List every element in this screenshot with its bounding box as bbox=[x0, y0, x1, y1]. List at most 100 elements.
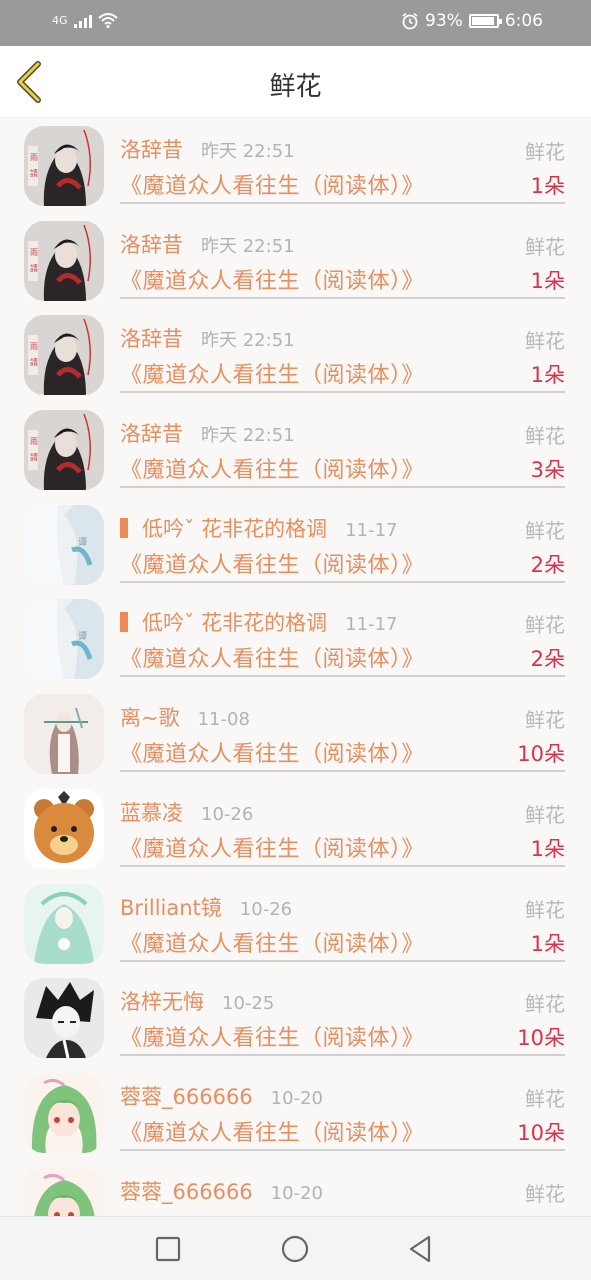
user-name[interactable]: Brilliant镜 bbox=[120, 892, 222, 922]
svg-text:請: 請 bbox=[30, 168, 38, 178]
list-item-1[interactable]: 雨請 洛辞昔 昨天 22:51 鲜花 《魔道众人看往生（阅读体）》 1朵 bbox=[0, 118, 591, 213]
gift-type-label: 鲜花 bbox=[525, 518, 565, 543]
avatar[interactable]: 雨請 bbox=[24, 410, 104, 491]
recents-button[interactable] bbox=[152, 1233, 184, 1265]
user-name[interactable]: 洛辞昔 bbox=[120, 418, 183, 448]
nav-back-button[interactable] bbox=[404, 1233, 436, 1265]
avatar-image bbox=[24, 978, 104, 1059]
name-line: 蓉蓉_666666 10-20 bbox=[120, 1081, 323, 1111]
svg-text:雨: 雨 bbox=[30, 437, 38, 446]
user-name[interactable]: 低吟ˇ 花非花的格调 bbox=[120, 607, 327, 637]
avatar[interactable] bbox=[24, 883, 104, 964]
list-item-9[interactable]: Brilliant镜 10-26 鲜花 《魔道众人看往生（阅读体）》 1朵 bbox=[0, 876, 591, 971]
list-item-2[interactable]: 雨請 洛辞昔 昨天 22:51 鲜花 《魔道众人看往生（阅读体）》 1朵 bbox=[0, 213, 591, 308]
user-name[interactable]: 洛梓无悔 bbox=[120, 986, 204, 1016]
list-item-10[interactable]: 洛梓无悔 10-25 鲜花 《魔道众人看往生（阅读体）》 10朵 bbox=[0, 970, 591, 1065]
user-name[interactable]: 离~歌 bbox=[120, 702, 180, 732]
alarm-icon bbox=[402, 12, 418, 30]
flower-count: 2朵 bbox=[530, 552, 565, 577]
list-item-8[interactable]: 蓝慕凌 10-26 鲜花 《魔道众人看往生（阅读体）》 1朵 bbox=[0, 781, 591, 876]
flower-count: 1朵 bbox=[530, 836, 565, 861]
user-name[interactable]: 洛辞昔 bbox=[120, 229, 183, 259]
list-item-12[interactable]: 蓉蓉_666666 10-20 鲜花 《魔道众人看往生（阅读体）》 1朵 bbox=[0, 1160, 591, 1216]
book-title-link[interactable]: 《魔道众人看往生（阅读体）》 bbox=[120, 926, 424, 958]
book-title-link[interactable]: 《魔道众人看往生（阅读体）》 bbox=[120, 357, 424, 389]
avatar[interactable] bbox=[24, 978, 104, 1059]
svg-text:谭: 谭 bbox=[78, 631, 87, 642]
timestamp: 10-20 bbox=[270, 1182, 323, 1204]
gift-type-label: 鲜花 bbox=[525, 802, 565, 827]
user-name[interactable]: 蓉蓉_666666 bbox=[120, 1176, 253, 1206]
system-nav-bar bbox=[0, 1216, 591, 1280]
flower-count: 10朵 bbox=[517, 1026, 565, 1051]
flower-count: 10朵 bbox=[517, 1120, 565, 1145]
gift-type-label: 鲜花 bbox=[525, 992, 565, 1017]
avatar[interactable]: 谭 bbox=[24, 504, 104, 585]
avatar-image: 雨請 bbox=[24, 410, 104, 491]
name-line: 洛辞昔 昨天 22:51 bbox=[120, 229, 295, 259]
book-title-link[interactable]: 《魔道众人看往生（阅读体）》 bbox=[120, 1115, 424, 1147]
home-button[interactable] bbox=[279, 1233, 311, 1265]
svg-text:請: 請 bbox=[30, 452, 38, 462]
timestamp: 10-20 bbox=[270, 1087, 323, 1109]
divider bbox=[120, 1148, 565, 1151]
timestamp: 11-17 bbox=[345, 614, 398, 636]
timestamp: 11-17 bbox=[345, 519, 398, 541]
avatar[interactable] bbox=[24, 788, 104, 869]
avatar[interactable] bbox=[24, 1167, 104, 1216]
app-header: 鲜花 bbox=[0, 46, 591, 118]
book-title-link[interactable]: 《魔道众人看往生（阅读体）》 bbox=[120, 547, 424, 579]
divider bbox=[120, 486, 565, 489]
book-title-link[interactable]: 《魔道众人看往生（阅读体）》 bbox=[120, 452, 424, 484]
list-item-4[interactable]: 雨請 洛辞昔 昨天 22:51 鲜花 《魔道众人看往生（阅读体）》 3朵 bbox=[0, 402, 591, 497]
avatar-image bbox=[24, 694, 104, 775]
avatar-image bbox=[24, 788, 104, 869]
timestamp: 11-08 bbox=[197, 709, 250, 731]
avatar-image bbox=[24, 1072, 104, 1153]
book-title-link[interactable]: 《魔道众人看往生（阅读体）》 bbox=[120, 831, 424, 863]
list-item-3[interactable]: 雨請 洛辞昔 昨天 22:51 鲜花 《魔道众人看往生（阅读体）》 1朵 bbox=[0, 307, 591, 402]
flower-count: 1朵 bbox=[530, 268, 565, 293]
divider bbox=[120, 864, 565, 867]
name-line: 蓉蓉_666666 10-20 bbox=[120, 1176, 323, 1206]
network-label: 4G bbox=[52, 13, 68, 27]
user-name[interactable]: 洛辞昔 bbox=[120, 323, 183, 353]
list-item-5[interactable]: 谭 低吟ˇ 花非花的格调 11-17 鲜花 《魔道众人看往生（阅读体）》 2朵 bbox=[0, 497, 591, 592]
avatar-image: 谭 bbox=[24, 504, 104, 585]
avatar[interactable] bbox=[24, 694, 104, 775]
user-name[interactable]: 低吟ˇ 花非花的格调 bbox=[120, 513, 327, 543]
svg-text:谭: 谭 bbox=[78, 537, 87, 548]
name-line: 离~歌 11-08 bbox=[120, 702, 250, 732]
flower-count: 1朵 bbox=[530, 931, 565, 956]
gift-type-label: 鲜花 bbox=[525, 897, 565, 922]
book-title-link[interactable]: 《魔道众人看往生（阅读体）》 bbox=[120, 263, 424, 295]
page-title: 鲜花 bbox=[269, 72, 322, 102]
gift-type-label: 鲜花 bbox=[525, 1181, 565, 1206]
battery-percent: 93% bbox=[425, 11, 463, 31]
list-item-11[interactable]: 蓉蓉_666666 10-20 鲜花 《魔道众人看往生（阅读体）》 10朵 bbox=[0, 1065, 591, 1160]
divider bbox=[120, 296, 565, 299]
user-name[interactable]: 蓝慕凌 bbox=[120, 797, 183, 827]
book-title-link[interactable]: 《魔道众人看往生（阅读体）》 bbox=[120, 641, 424, 673]
avatar[interactable]: 雨請 bbox=[24, 220, 104, 301]
name-line: Brilliant镜 10-26 bbox=[120, 892, 292, 922]
book-title-link[interactable]: 《魔道众人看往生（阅读体）》 bbox=[120, 1020, 424, 1052]
flower-record-list[interactable]: 雨請 洛辞昔 昨天 22:51 鲜花 《魔道众人看往生（阅读体）》 1朵 雨請 … bbox=[0, 118, 591, 1216]
list-item-7[interactable]: 离~歌 11-08 鲜花 《魔道众人看往生（阅读体）》 10朵 bbox=[0, 686, 591, 781]
avatar-image bbox=[24, 1167, 104, 1216]
user-name[interactable]: 洛辞昔 bbox=[120, 134, 183, 164]
user-name[interactable]: 蓉蓉_666666 bbox=[120, 1081, 253, 1111]
signal-icon bbox=[73, 12, 92, 28]
book-title-link[interactable]: 《魔道众人看往生（阅读体）》 bbox=[120, 168, 424, 200]
avatar[interactable] bbox=[24, 1072, 104, 1153]
timestamp: 10-26 bbox=[201, 803, 254, 825]
book-title-link[interactable]: 《魔道众人看往生（阅读体）》 bbox=[120, 736, 424, 768]
divider bbox=[120, 1054, 565, 1057]
avatar[interactable]: 谭 bbox=[24, 599, 104, 680]
avatar[interactable]: 雨請 bbox=[24, 315, 104, 396]
divider bbox=[120, 580, 565, 583]
avatar[interactable]: 雨請 bbox=[24, 126, 104, 206]
flower-count: 2朵 bbox=[530, 647, 565, 672]
name-line: 洛辞昔 昨天 22:51 bbox=[120, 418, 295, 448]
list-item-6[interactable]: 谭 低吟ˇ 花非花的格调 11-17 鲜花 《魔道众人看往生（阅读体）》 2朵 bbox=[0, 591, 591, 686]
